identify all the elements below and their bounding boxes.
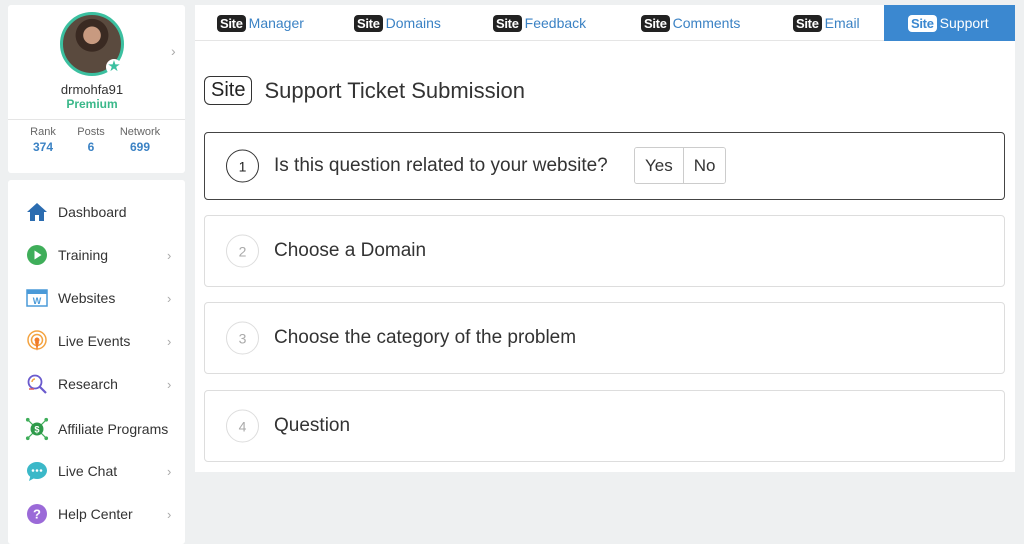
tab-site-email[interactable]: Site Email	[793, 5, 860, 41]
sidebar-item-live-events[interactable]: Live Events ›	[8, 326, 185, 356]
chevron-right-icon[interactable]: ›	[171, 43, 176, 59]
site-badge: Site	[641, 14, 670, 32]
main-panel: Site Manager Site Domains Site Feedback …	[195, 5, 1015, 472]
step-number: 3	[226, 321, 259, 355]
research-icon	[25, 372, 49, 396]
step-number: 4	[226, 409, 259, 443]
help-icon: ?	[25, 502, 49, 526]
site-badge: Site	[354, 14, 383, 32]
tab-site-domains[interactable]: Site Domains	[354, 5, 441, 41]
tab-label: Comments	[672, 15, 741, 31]
website-icon: W	[25, 286, 49, 310]
step-card-choose-domain[interactable]: 2 Choose a Domain	[204, 215, 1005, 287]
tab-label: Email	[824, 15, 860, 31]
tab-label: Support	[939, 15, 989, 31]
no-button[interactable]: No	[682, 148, 726, 183]
tab-site-support[interactable]: Site Support	[884, 5, 1015, 41]
play-icon	[25, 243, 49, 267]
svg-text:$: $	[34, 425, 39, 435]
stat-value: 374	[32, 140, 54, 154]
step-number: 1	[226, 149, 259, 183]
chevron-right-icon: ›	[167, 463, 172, 479]
step-card-choose-category[interactable]: 3 Choose the category of the problem	[204, 302, 1005, 374]
home-icon	[25, 200, 49, 224]
svg-text:W: W	[33, 296, 42, 306]
sidebar-item-label: Live Chat	[58, 463, 118, 479]
tab-bar: Site Manager Site Domains Site Feedback …	[195, 5, 1015, 41]
sidebar-item-affiliate-programs[interactable]: $ Affiliate Programs	[8, 414, 185, 444]
sidebar-item-training[interactable]: Training ›	[8, 240, 185, 270]
page-heading: Site Support Ticket Submission	[204, 76, 525, 105]
broadcast-icon	[25, 329, 49, 353]
site-badge: Site	[793, 14, 822, 32]
tab-site-comments[interactable]: Site Comments	[641, 5, 740, 41]
stat-value: 6	[87, 140, 95, 154]
tab-label: Feedback	[524, 15, 587, 31]
stat-rank[interactable]: Rank 374	[26, 126, 60, 154]
sidebar-item-help-center[interactable]: ? Help Center ›	[8, 499, 185, 529]
sidebar-nav: Dashboard Training › W Websites › Live E…	[8, 180, 185, 544]
divider	[8, 119, 185, 120]
yes-button[interactable]: Yes	[635, 148, 683, 183]
step-number: 2	[226, 234, 259, 268]
step-title: Choose a Domain	[274, 240, 427, 261]
tab-site-feedback[interactable]: Site Feedback	[493, 5, 586, 41]
tab-label: Domains	[385, 15, 441, 31]
sidebar-item-label: Training	[58, 247, 109, 263]
site-badge: Site	[908, 14, 937, 32]
sidebar-item-label: Live Events	[58, 333, 131, 349]
tab-site-manager[interactable]: Site Manager	[217, 5, 304, 41]
chevron-right-icon: ›	[167, 290, 172, 306]
stat-value: 699	[129, 140, 151, 154]
site-badge: Site	[493, 14, 522, 32]
username[interactable]: drmohfa91	[8, 82, 176, 97]
profile-card: ★ › drmohfa91 Premium Rank 374 Posts 6 N…	[8, 5, 185, 173]
sidebar-item-label: Dashboard	[58, 204, 127, 220]
sidebar-item-live-chat[interactable]: Live Chat ›	[8, 456, 185, 486]
chevron-right-icon: ›	[167, 506, 172, 522]
yes-no-toggle: Yes No	[634, 147, 727, 184]
step-card-question[interactable]: 4 Question	[204, 390, 1005, 462]
stat-network[interactable]: Network 699	[116, 126, 164, 154]
sidebar-item-label: Help Center	[58, 506, 133, 522]
sidebar-item-research[interactable]: Research ›	[8, 369, 185, 399]
chevron-right-icon: ›	[167, 247, 172, 263]
site-logo-badge: Site	[204, 76, 253, 105]
site-badge: Site	[217, 14, 246, 32]
chat-icon	[25, 459, 49, 483]
stat-posts[interactable]: Posts 6	[74, 126, 108, 154]
tab-label: Manager	[248, 15, 304, 31]
sidebar-item-label: Research	[58, 376, 118, 392]
sidebar-item-websites[interactable]: W Websites ›	[8, 283, 185, 313]
chevron-right-icon: ›	[167, 333, 172, 349]
page-title: Support Ticket Submission	[264, 77, 525, 103]
sidebar-item-label: Affiliate Programs	[58, 421, 169, 437]
step-question: Is this question related to your website…	[274, 155, 608, 176]
stat-label: Posts	[77, 126, 105, 138]
step-card-website-question: 1 Is this question related to your websi…	[204, 132, 1005, 200]
sidebar-item-label: Websites	[58, 290, 116, 306]
stat-label: Rank	[30, 126, 56, 138]
membership-badge: Premium	[66, 97, 118, 111]
step-title: Question	[274, 415, 351, 436]
stat-label: Network	[119, 126, 161, 138]
step-title: Choose the category of the problem	[274, 327, 577, 348]
svg-text:?: ?	[33, 507, 41, 522]
chevron-right-icon: ›	[167, 376, 172, 392]
sidebar-item-dashboard[interactable]: Dashboard	[8, 197, 185, 227]
affiliate-icon: $	[25, 417, 49, 441]
star-icon: ★	[106, 58, 122, 75]
